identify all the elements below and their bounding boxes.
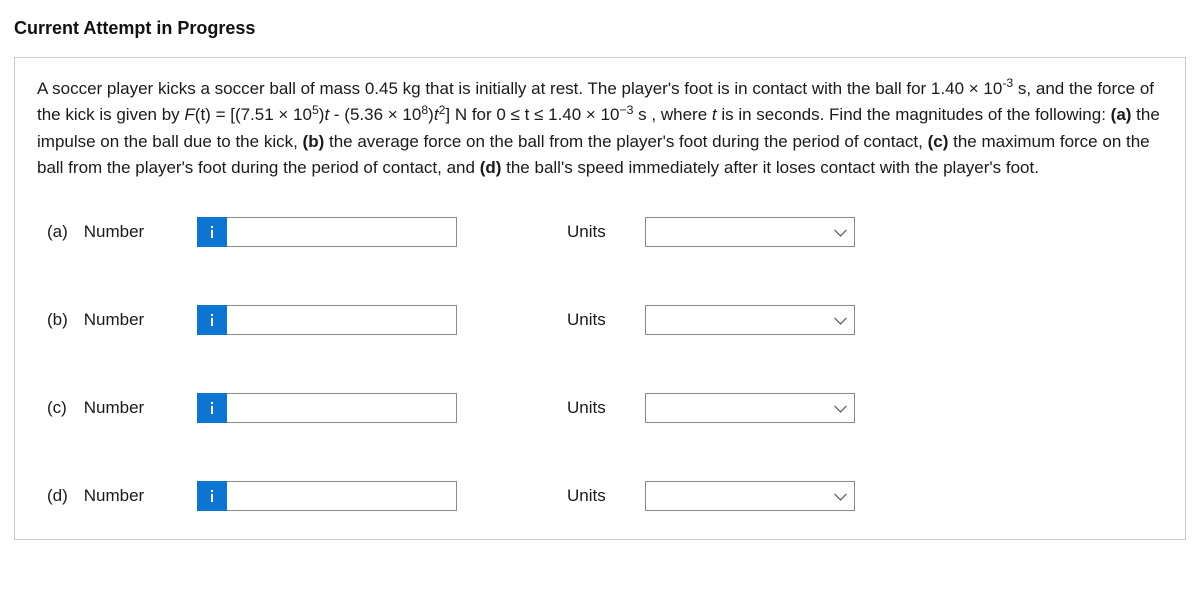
number-input-c[interactable] — [227, 393, 457, 423]
part-label-b: (b) Number — [47, 310, 197, 330]
units-label-d: Units — [567, 486, 645, 506]
units-select-a[interactable] — [645, 217, 855, 247]
info-icon[interactable] — [197, 393, 227, 423]
part-label-a: (a) Number — [47, 222, 197, 242]
part-label-d: (d) Number — [47, 486, 197, 506]
number-input-a[interactable] — [227, 217, 457, 247]
page-heading: Current Attempt in Progress — [14, 18, 1186, 39]
units-select-d[interactable] — [645, 481, 855, 511]
answer-row-a: (a) Number Units — [47, 217, 1163, 247]
answer-row-c: (c) Number Units — [47, 393, 1163, 423]
part-label-c: (c) Number — [47, 398, 197, 418]
units-label-c: Units — [567, 398, 645, 418]
number-input-b[interactable] — [227, 305, 457, 335]
units-label-b: Units — [567, 310, 645, 330]
answer-row-b: (b) Number Units — [47, 305, 1163, 335]
question-text: A soccer player kicks a soccer ball of m… — [37, 76, 1163, 181]
units-select-c[interactable] — [645, 393, 855, 423]
number-input-d[interactable] — [227, 481, 457, 511]
answer-row-d: (d) Number Units — [47, 481, 1163, 511]
units-select-b[interactable] — [645, 305, 855, 335]
units-label-a: Units — [567, 222, 645, 242]
info-icon[interactable] — [197, 217, 227, 247]
info-icon[interactable] — [197, 305, 227, 335]
question-container: A soccer player kicks a soccer ball of m… — [14, 57, 1186, 540]
info-icon[interactable] — [197, 481, 227, 511]
